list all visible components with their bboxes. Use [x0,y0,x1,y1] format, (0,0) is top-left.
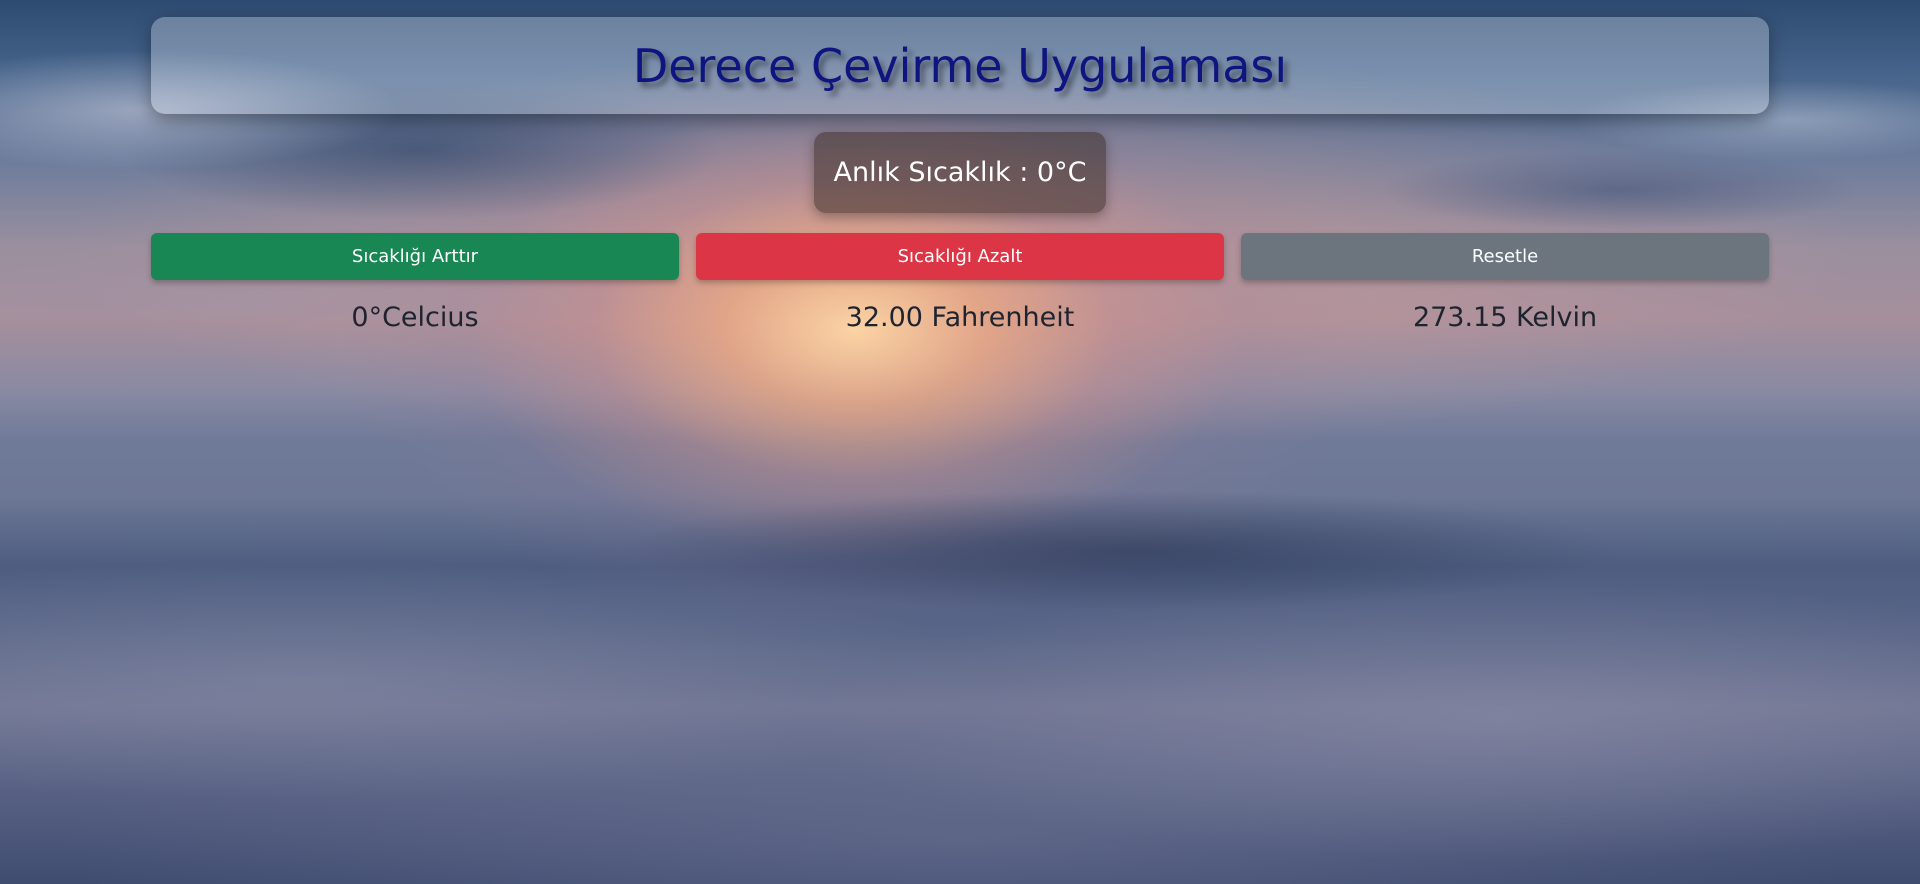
button-row: Sıcaklığı Arttır Sıcaklığı Azalt Resetle [151,233,1769,280]
page-title: Derece Çevirme Uygulaması [632,38,1288,93]
cloud-sea-decoration [0,440,1920,884]
kelvin-value: 273.15 Kelvin [1412,302,1598,333]
current-temp-box: Anlık Sıcaklık : 0°C [813,132,1107,213]
reset-button[interactable]: Resetle [1241,233,1769,280]
page-background: { "header": { "title": "Derece Çevirme U… [0,0,1920,884]
decrease-temp-button[interactable]: Sıcaklığı Azalt [696,233,1224,280]
increase-temp-button[interactable]: Sıcaklığı Arttır [151,233,679,280]
celsius-value: 0°Celcius [351,302,479,333]
current-temp-label: Anlık Sıcaklık : 0°C [833,157,1087,188]
fahrenheit-value: 32.00 Fahrenheit [845,302,1075,333]
conversion-results: 0°Celcius 32.00 Fahrenheit 273.15 Kelvin [151,302,1769,333]
header-panel: Derece Çevirme Uygulaması [151,17,1769,114]
current-temp-wrapper: Anlık Sıcaklık : 0°C [151,132,1769,213]
app-container: Derece Çevirme Uygulaması Anlık Sıcaklık… [151,17,1769,333]
